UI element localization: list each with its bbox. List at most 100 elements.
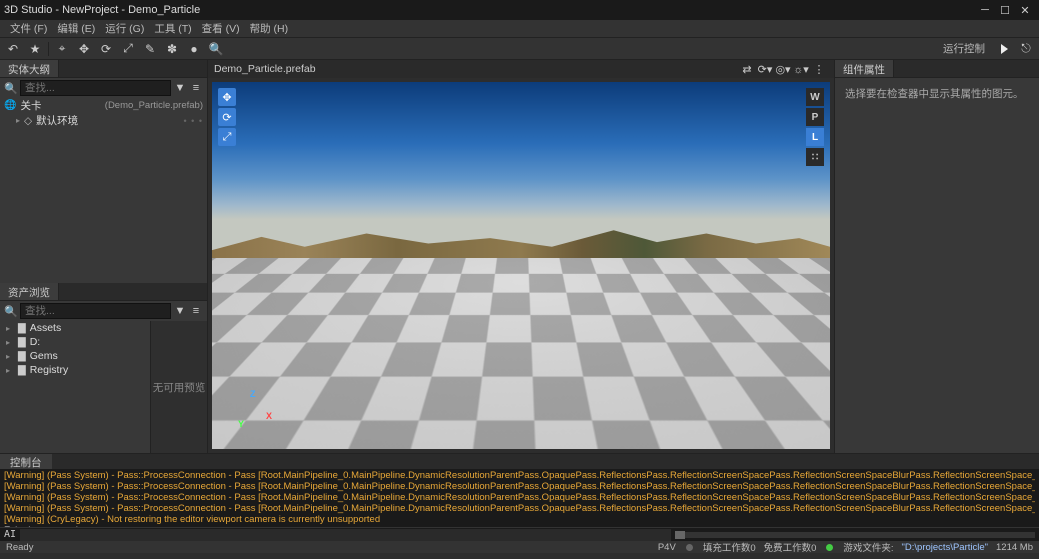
folder-icon: ▇	[18, 365, 26, 376]
viewport-mode-p[interactable]: P	[806, 108, 824, 126]
close-button[interactable]: ✕	[1015, 1, 1035, 19]
outliner-tab-bar: 实体大纲	[0, 60, 207, 78]
asset-browser-tab[interactable]: 资产浏览	[0, 283, 59, 300]
maximize-button[interactable]: ☐	[995, 1, 1015, 19]
axis-gizmo: Z Y X	[232, 389, 272, 429]
status-ready: Ready	[6, 542, 33, 553]
status-memory: 1214 Mb	[996, 542, 1033, 553]
main-toolbar: ↶ ★ ⌖ ✥ ⟳ ⤢ ✎ ✽ ● 🔍 运行控制 ⎋	[0, 38, 1039, 60]
tool-cart-icon[interactable]: ⎋	[1017, 40, 1035, 58]
tool-redo-icon[interactable]: ★	[26, 40, 44, 58]
center-panel: Demo_Particle.prefab ⇄ ⟳▾ ◎▾ ☼▾ ⋮ ✥ ⟳ ⤢ …	[208, 60, 834, 453]
outliner-row-indicator-icon: • • •	[184, 116, 203, 126]
outliner-search-input[interactable]	[20, 80, 171, 96]
tool-brush-icon[interactable]: ✽	[163, 40, 181, 58]
console-line: [Warning] (Pass System) - Pass::ProcessC…	[4, 493, 1035, 504]
inspector-message: 选择要在检查器中显示其属性的图元。	[835, 78, 1039, 109]
menu-tools[interactable]: 工具 (T)	[150, 21, 195, 36]
outliner-root-label: 关卡	[20, 98, 100, 113]
search-icon: 🔍	[4, 304, 18, 318]
status-bar: Ready P4V 填充工作数0 免费工作数0 游戏文件夹: "D:\proje…	[0, 541, 1039, 553]
menu-view[interactable]: 查看 (V)	[198, 21, 244, 36]
asset-folder-registry[interactable]: ▸▇Registry	[0, 363, 150, 377]
viewport-title: Demo_Particle.prefab	[214, 63, 738, 75]
viewport-mode-grid-icon[interactable]: ∷	[806, 148, 824, 166]
asset-search-input[interactable]	[20, 303, 171, 319]
viewport-icon-e[interactable]: ⋮	[811, 61, 827, 77]
filter-icon[interactable]: ▼	[173, 81, 187, 95]
search-icon: 🔍	[4, 81, 18, 95]
viewport-tool-translate-icon[interactable]: ✥	[218, 88, 236, 106]
status-path-label: 游戏文件夹:	[843, 540, 893, 554]
asset-tree: ▸▇Assets ▸▇D: ▸▇Gems ▸▇Registry	[0, 321, 150, 453]
tool-search-icon[interactable]: 🔍	[207, 40, 225, 58]
outliner-root-file: (Demo_Particle.prefab)	[105, 100, 203, 111]
viewport-tool-expand-icon[interactable]: ⤢	[218, 128, 236, 146]
menu-help[interactable]: 帮助 (H)	[246, 21, 293, 36]
tool-select-icon[interactable]: ⌖	[53, 40, 71, 58]
console-output[interactable]: [Warning] (Pass System) - Pass::ProcessC…	[0, 469, 1039, 527]
list-icon[interactable]: ≡	[189, 304, 203, 318]
preview-message: 无可用预览	[153, 380, 206, 395]
outliner-child-row[interactable]: ▸ ◇ 默认环境 • • •	[0, 113, 207, 128]
status-path: "D:\projects\Particle"	[902, 542, 988, 553]
viewport-icon-b[interactable]: ⟳▾	[757, 61, 773, 77]
inspector-panel: 组件属性 选择要在检查器中显示其属性的图元。	[834, 60, 1039, 453]
tool-undo-icon[interactable]: ↶	[4, 40, 22, 58]
menu-edit[interactable]: 编辑 (E)	[53, 21, 99, 36]
viewport-tool-rotate-icon[interactable]: ⟳	[218, 108, 236, 126]
menu-file[interactable]: 文件 (F)	[6, 21, 51, 36]
status-fill-jobs: 填充工作数0	[703, 540, 756, 554]
viewport-tab-bar: Demo_Particle.prefab ⇄ ⟳▾ ◎▾ ☼▾ ⋮	[208, 60, 834, 78]
console-scroll-track[interactable]	[675, 532, 1035, 538]
asset-folder-d[interactable]: ▸▇D:	[0, 335, 150, 349]
inspector-tab[interactable]: 组件属性	[835, 60, 894, 77]
globe-icon: 🌐	[4, 100, 16, 111]
console-prompt: AI	[4, 529, 16, 540]
list-icon[interactable]: ≡	[189, 81, 203, 95]
tool-rotate-icon[interactable]: ⟳	[97, 40, 115, 58]
status-free-jobs: 免费工作数0	[764, 540, 817, 554]
outliner-child-label: 默认环境	[36, 113, 179, 128]
scene-sphere	[507, 310, 535, 338]
viewport-icon-a[interactable]: ⇄	[739, 61, 755, 77]
console-line: [Warning] (Pass System) - Pass::ProcessC…	[4, 471, 1035, 482]
title-bar: 3D Studio - NewProject - Demo_Particle ─…	[0, 0, 1039, 20]
status-p4v[interactable]: P4V	[658, 542, 676, 553]
console-line: [Warning] (CryLegacy) - Not restoring th…	[4, 515, 1035, 526]
filter-icon[interactable]: ▼	[173, 304, 187, 318]
asset-preview: 无可用预览	[150, 321, 207, 453]
folder-icon: ▇	[18, 323, 26, 334]
console-input[interactable]	[20, 529, 671, 541]
entity-icon: ◇	[24, 115, 32, 127]
status-dot-green-icon	[826, 544, 833, 551]
outliner-tab[interactable]: 实体大纲	[0, 60, 59, 77]
asset-folder-gems[interactable]: ▸▇Gems	[0, 349, 150, 363]
viewport-icon-c[interactable]: ◎▾	[775, 61, 791, 77]
tool-circle-icon[interactable]: ●	[185, 40, 203, 58]
viewport-icon-d[interactable]: ☼▾	[793, 61, 809, 77]
console-tab[interactable]: 控制台	[0, 454, 52, 469]
app-title: 3D Studio - NewProject - Demo_Particle	[4, 4, 975, 16]
asset-folder-assets[interactable]: ▸▇Assets	[0, 321, 150, 335]
menu-run[interactable]: 运行 (G)	[101, 21, 148, 36]
console-line: [Warning] (Pass System) - Pass::ProcessC…	[4, 482, 1035, 493]
viewport-mode-w[interactable]: W	[806, 88, 824, 106]
outliner-root-row[interactable]: 🌐 关卡 (Demo_Particle.prefab)	[0, 98, 207, 113]
console-input-row: AI	[0, 527, 1039, 541]
viewport[interactable]: ✥ ⟳ ⤢ W P L ∷ Z Y X	[212, 82, 830, 449]
minimize-button[interactable]: ─	[975, 1, 995, 19]
tool-pen-icon[interactable]: ✎	[141, 40, 159, 58]
tool-move-icon[interactable]: ✥	[75, 40, 93, 58]
status-dot-icon	[686, 544, 693, 551]
menu-bar: 文件 (F) 编辑 (E) 运行 (G) 工具 (T) 查看 (V) 帮助 (H…	[0, 20, 1039, 38]
folder-icon: ▇	[18, 351, 26, 362]
chevron-icon: ▸	[16, 116, 20, 125]
tool-scale-icon[interactable]: ⤢	[119, 40, 137, 58]
run-control-label: 运行控制	[937, 41, 991, 56]
play-button[interactable]	[995, 40, 1013, 58]
viewport-mode-l[interactable]: L	[806, 128, 824, 146]
asset-browser: 资产浏览 🔍 ▼ ≡ ▸▇Assets ▸▇D: ▸▇Gems ▸▇Regist…	[0, 283, 207, 453]
left-panel: 实体大纲 🔍 ▼ ≡ 🌐 关卡 (Demo_Particle.prefab) ▸…	[0, 60, 208, 453]
console-line: [Warning] (Pass System) - Pass::ProcessC…	[4, 504, 1035, 515]
